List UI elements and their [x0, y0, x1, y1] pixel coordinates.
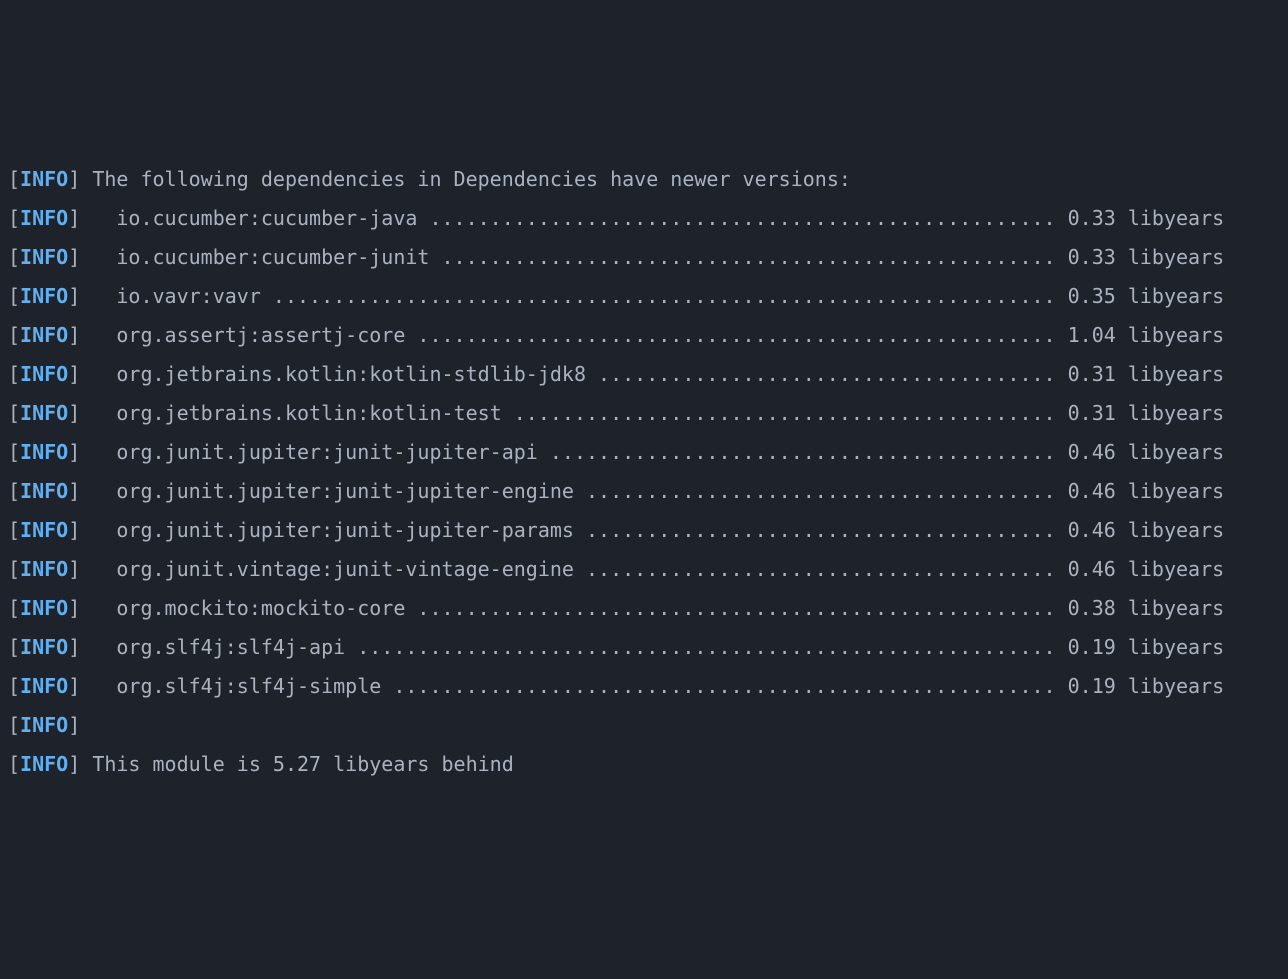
dependency-row: [INFO] org.assertj:assertj-core ........… [8, 316, 1280, 355]
dependency-row: [INFO] io.cucumber:cucumber-java .......… [8, 199, 1280, 238]
dependency-row: [INFO] org.jetbrains.kotlin:kotlin-test … [8, 394, 1280, 433]
log-summary: [INFO] This module is 5.27 libyears behi… [8, 745, 1280, 784]
dependency-row: [INFO] io.cucumber:cucumber-junit ......… [8, 238, 1280, 277]
dependency-row: [INFO] org.jetbrains.kotlin:kotlin-stdli… [8, 355, 1280, 394]
dependency-row: [INFO] org.junit.vintage:junit-vintage-e… [8, 550, 1280, 589]
dependency-row: [INFO] org.junit.jupiter:junit-jupiter-e… [8, 472, 1280, 511]
dependency-row: [INFO] io.vavr:vavr ....................… [8, 277, 1280, 316]
dependency-row: [INFO] org.mockito:mockito-core ........… [8, 589, 1280, 628]
log-blank: [INFO] [8, 706, 1280, 745]
log-header: [INFO] The following dependencies in Dep… [8, 160, 1280, 199]
dependency-row: [INFO] org.slf4j:slf4j-simple ..........… [8, 667, 1280, 706]
dependency-row: [INFO] org.junit.jupiter:junit-jupiter-a… [8, 433, 1280, 472]
dependency-row: [INFO] org.slf4j:slf4j-api .............… [8, 628, 1280, 667]
terminal-output: [INFO] The following dependencies in Dep… [8, 160, 1280, 784]
dependency-row: [INFO] org.junit.jupiter:junit-jupiter-p… [8, 511, 1280, 550]
